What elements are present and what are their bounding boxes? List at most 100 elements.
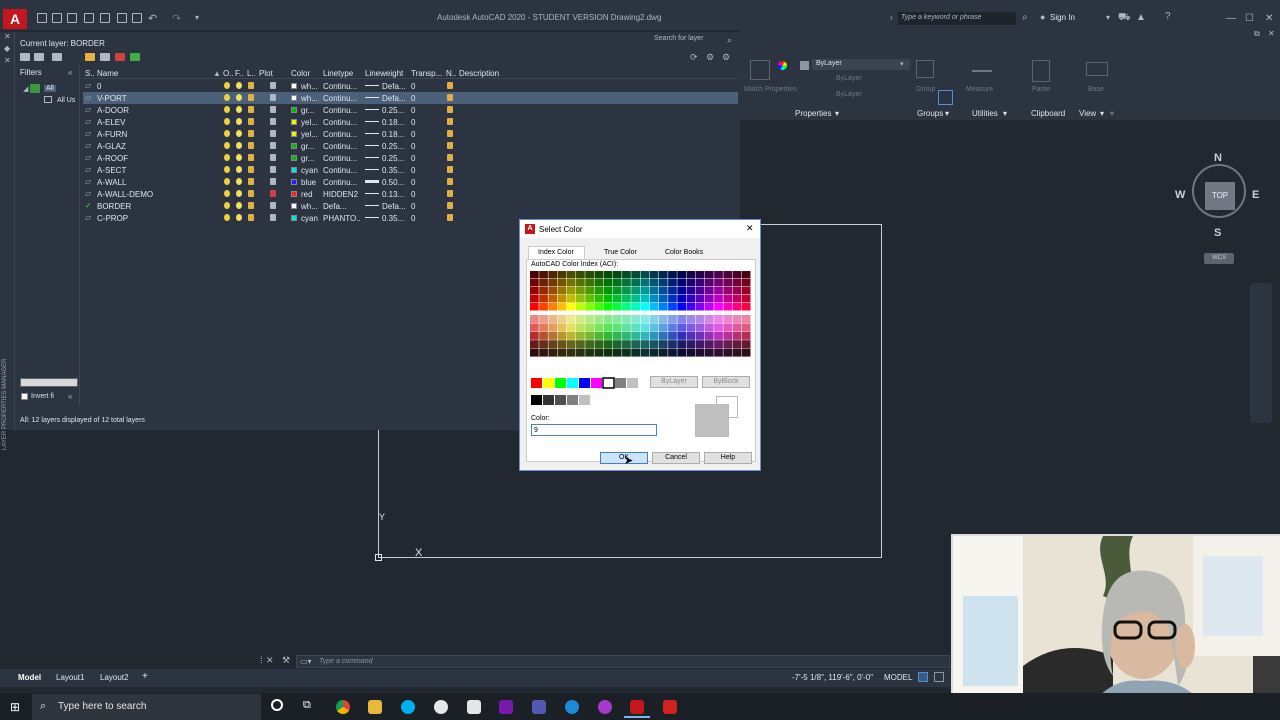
layer-search-input[interactable]: Search for layer [654, 35, 738, 47]
sun-thaw-icon[interactable] [236, 94, 242, 101]
color-input[interactable] [531, 424, 657, 436]
layer-status-icon[interactable]: ▱ [85, 213, 91, 222]
sun-thaw-icon[interactable] [236, 118, 242, 125]
camera-app-icon[interactable] [434, 700, 448, 714]
layer-color[interactable]: yel... [301, 130, 321, 139]
layer-color[interactable]: yel... [301, 118, 321, 127]
close-icon[interactable]: ✕ [1265, 13, 1273, 24]
unlock-icon[interactable] [248, 202, 254, 209]
layer-transparency[interactable]: 0 [411, 106, 431, 115]
sun-thaw-icon[interactable] [236, 82, 242, 89]
layer-transparency[interactable]: 0 [411, 94, 431, 103]
unlock-icon[interactable] [248, 94, 254, 101]
file-explorer-icon[interactable] [368, 700, 382, 714]
layer-color[interactable]: wh... [301, 202, 321, 211]
col-transparency[interactable]: Transp... [411, 69, 442, 78]
layer-lineweight[interactable]: 0.25... [382, 154, 408, 163]
col-color[interactable]: Color [291, 69, 310, 78]
color-swatch[interactable] [291, 155, 297, 161]
bylayer-button[interactable]: ByLayer [650, 376, 698, 388]
lightbulb-on-icon[interactable] [224, 178, 230, 185]
model-space-button[interactable]: MODEL [884, 673, 912, 682]
tree-collapse-icon[interactable]: ◢ [23, 85, 28, 93]
layer-name[interactable]: A-ELEV [97, 118, 217, 127]
acrobat-icon[interactable] [663, 700, 677, 714]
layer-name[interactable]: V-PORT [97, 94, 217, 103]
snap-icon[interactable] [934, 672, 944, 682]
help-icon[interactable]: ? [1165, 11, 1171, 22]
layer-lineweight[interactable]: 0.25... [382, 142, 408, 151]
tab-true-color[interactable]: True Color [604, 249, 637, 256]
layer-transparency[interactable]: 0 [411, 130, 431, 139]
utilities-panel-label[interactable]: Utilities [972, 109, 998, 118]
layer-status-icon[interactable]: ▱ [85, 105, 91, 114]
current-layer-check-icon[interactable]: ✓ [85, 201, 92, 210]
new-vp-freeze-icon[interactable] [447, 214, 453, 221]
layer-status-icon[interactable]: ▱ [85, 189, 91, 198]
color-swatch[interactable] [291, 131, 297, 137]
onenote-icon[interactable] [499, 700, 513, 714]
unlock-icon[interactable] [248, 178, 254, 185]
layer-linetype[interactable]: Continu... [323, 82, 361, 91]
screencast-icon[interactable] [598, 700, 612, 714]
palette-settings-icon[interactable]: ✕ [4, 56, 11, 65]
windows-start-icon[interactable]: ⊞ [10, 700, 20, 714]
color-wheel-icon[interactable] [778, 61, 787, 70]
new-vp-freeze-icon[interactable] [447, 166, 453, 173]
view-panel-label[interactable]: View [1079, 109, 1096, 118]
lightbulb-on-icon[interactable] [224, 154, 230, 161]
new-vp-freeze-icon[interactable] [447, 190, 453, 197]
open-web-icon[interactable] [100, 13, 110, 23]
teams-icon[interactable] [532, 700, 546, 714]
layer-color[interactable]: gr... [301, 154, 321, 163]
layer-settings-icon[interactable]: ⚙ [706, 52, 714, 63]
maximize-icon[interactable]: ☐ [1245, 13, 1254, 24]
measure-icon[interactable] [972, 70, 992, 72]
group-selection-icon[interactable] [938, 90, 953, 105]
unlock-icon[interactable] [248, 166, 254, 173]
tab-model[interactable]: Model [18, 673, 41, 682]
printer-icon[interactable] [270, 154, 276, 161]
layer-linetype[interactable]: HIDDEN2 [323, 190, 361, 199]
unlock-icon[interactable] [248, 190, 254, 197]
layer-name[interactable]: C-PROP [97, 214, 217, 223]
collapse-filters-icon[interactable]: « [68, 68, 72, 77]
grid-icon[interactable] [918, 672, 928, 682]
layer-lineweight[interactable]: 0.18... [382, 118, 408, 127]
layer-lineweight[interactable]: Defa... [382, 94, 408, 103]
lightbulb-on-icon[interactable] [224, 202, 230, 209]
match-properties-icon[interactable] [750, 60, 770, 80]
help-search-input[interactable]: Type a keyword or phrase [898, 12, 1016, 25]
unlock-icon[interactable] [248, 214, 254, 221]
layer-lineweight[interactable]: Defa... [382, 202, 408, 211]
color-swatch[interactable] [291, 95, 297, 101]
layer-row[interactable]: ▱ A-ELEV yel... Continu... 0.18... 0 [83, 116, 738, 128]
cmd-close-icon[interactable]: ✕ [266, 655, 274, 666]
layer-color[interactable]: wh... [301, 94, 321, 103]
help-button[interactable]: Help [704, 452, 752, 464]
viewcube-east[interactable]: E [1252, 189, 1259, 201]
edge-icon[interactable] [565, 700, 579, 714]
printer-icon[interactable] [270, 118, 276, 125]
filters-scrollbar[interactable] [20, 378, 78, 387]
lightbulb-on-icon[interactable] [224, 214, 230, 221]
layer-name[interactable]: A-ROOF [97, 154, 217, 163]
quick-access-dropdown-icon[interactable]: ▾ [195, 13, 199, 22]
calculator-icon[interactable] [467, 700, 481, 714]
color-swatch[interactable] [291, 107, 297, 113]
layer-transparency[interactable]: 0 [411, 154, 431, 163]
standard-colors-row[interactable] [531, 377, 641, 389]
col-freeze[interactable]: F.. [235, 69, 243, 78]
chrome-icon[interactable] [336, 700, 350, 714]
layer-color[interactable]: blue [301, 178, 321, 187]
groups-dropdown-icon[interactable]: ▾ [945, 109, 949, 118]
gear-icon[interactable]: ⚙ [722, 52, 730, 63]
col-name[interactable]: Name [97, 69, 118, 78]
layer-status-icon[interactable]: ▱ [85, 81, 91, 90]
dialog-close-icon[interactable]: ✕ [746, 223, 754, 234]
lightbulb-on-icon[interactable] [224, 130, 230, 137]
delete-layer-icon[interactable] [115, 53, 125, 61]
layer-name[interactable]: A-FURN [97, 130, 217, 139]
layer-lineweight[interactable]: 0.25... [382, 106, 408, 115]
sun-thaw-icon[interactable] [236, 214, 242, 221]
